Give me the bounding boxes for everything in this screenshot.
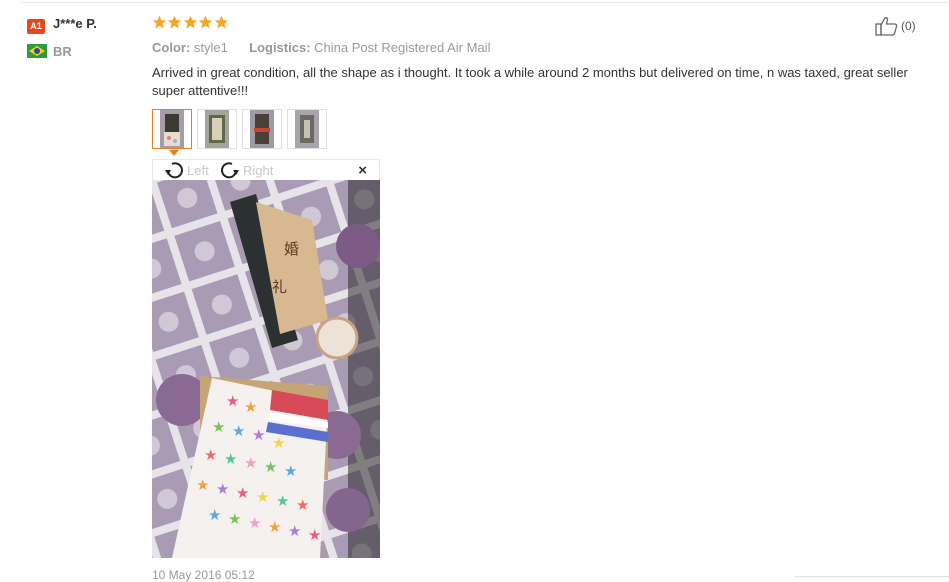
thumbnail-image <box>295 110 319 148</box>
star-icon <box>214 15 228 29</box>
svg-text:★: ★ <box>244 398 257 416</box>
svg-text:★: ★ <box>288 522 301 540</box>
close-viewer-button[interactable]: × <box>358 162 367 179</box>
svg-text:★: ★ <box>196 476 209 494</box>
logistics-label: Logistics: <box>249 40 311 55</box>
svg-text:★: ★ <box>308 526 321 544</box>
thumbnail-image <box>205 110 229 148</box>
rotate-right-label: Right <box>243 162 274 178</box>
color-value: style1 <box>193 40 228 55</box>
review-text: Arrived in great condition, all the shap… <box>152 65 908 98</box>
logistics-value: China Post Registered Air Mail <box>314 40 491 55</box>
svg-text:★: ★ <box>272 434 285 452</box>
star-rating <box>152 15 229 30</box>
star-icon <box>168 15 182 29</box>
selected-thumbnail-indicator <box>169 150 179 156</box>
top-divider <box>22 2 949 3</box>
helpful-count: (0) <box>901 19 916 33</box>
svg-text:★: ★ <box>236 484 249 502</box>
svg-text:★: ★ <box>204 446 217 464</box>
brazil-flag-icon <box>27 44 47 58</box>
svg-text:★: ★ <box>212 418 225 436</box>
thumbs-up-icon <box>875 17 898 36</box>
reviewer-country: BR <box>53 44 72 59</box>
star-icon <box>198 15 213 29</box>
star-icon <box>152 15 167 29</box>
review-thumbnail[interactable] <box>287 109 327 149</box>
review-image-thumbnails <box>152 109 332 149</box>
review-date: 10 May 2016 05:12 <box>152 568 255 582</box>
image-viewer-toolbar: Left Right × <box>152 159 380 180</box>
svg-text:婚: 婚 <box>284 240 299 258</box>
review-photo: 婚 礼 ★ ★ ★ ★ ★ ★ ★ ★ ★ ★ ★★ ★ ★ ★ ★ ★★ ★ ★ ★ ★ ★ <box>152 180 380 558</box>
svg-text:★: ★ <box>264 458 277 476</box>
order-attributes: Color: style1 Logistics: China Post Regi… <box>152 40 490 55</box>
svg-text:★: ★ <box>268 518 281 536</box>
review-thumbnail[interactable] <box>197 109 237 149</box>
color-label: Color: <box>152 40 191 55</box>
svg-text:★: ★ <box>248 514 261 532</box>
rotate-right-icon <box>221 162 239 179</box>
rotate-right-button[interactable]: Right <box>219 161 273 179</box>
rotate-left-icon <box>165 162 183 179</box>
svg-text:★: ★ <box>224 450 237 468</box>
svg-text:礼: 礼 <box>272 278 287 296</box>
reviewer-name: J***e P. <box>53 16 97 31</box>
bottom-divider <box>795 576 949 577</box>
svg-text:★: ★ <box>296 496 309 514</box>
svg-text:★: ★ <box>208 506 221 524</box>
thumbnail-image <box>250 110 274 148</box>
buyer-level-badge: A1 <box>27 19 45 34</box>
review-thumbnail[interactable] <box>152 109 192 149</box>
svg-text:★: ★ <box>226 392 239 410</box>
svg-text:★: ★ <box>232 422 245 440</box>
svg-text:★: ★ <box>252 426 265 444</box>
star-icon <box>183 15 198 29</box>
helpful-button[interactable]: (0) <box>875 16 916 36</box>
svg-text:★: ★ <box>216 480 229 498</box>
svg-text:★: ★ <box>244 454 257 472</box>
rotate-left-label: Left <box>187 162 209 178</box>
svg-text:★: ★ <box>276 492 289 510</box>
rotate-left-button[interactable]: Left <box>163 161 209 179</box>
review-thumbnail[interactable] <box>242 109 282 149</box>
thumbnail-image <box>160 110 184 148</box>
svg-text:★: ★ <box>256 488 269 506</box>
svg-text:★: ★ <box>284 462 297 480</box>
svg-text:★: ★ <box>228 510 241 528</box>
